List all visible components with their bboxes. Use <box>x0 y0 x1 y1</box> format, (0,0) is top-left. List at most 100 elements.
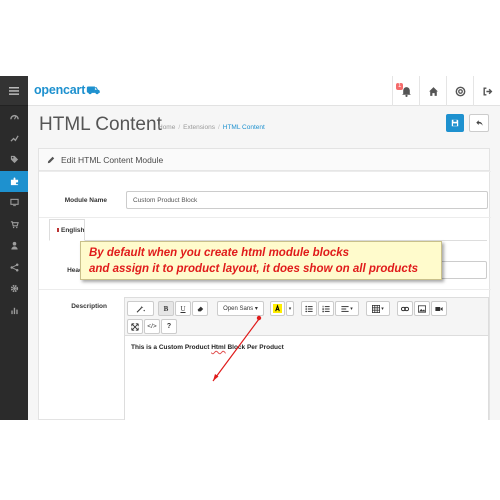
link-icon <box>401 306 409 311</box>
sidebar-item-customers[interactable] <box>0 235 28 257</box>
table-icon <box>372 304 381 313</box>
rich-text-editor: B U Open Sans ▾ ▾ ▾ ▾ </> ? This is a Cu… <box>124 297 489 420</box>
back-button[interactable] <box>469 114 489 132</box>
pencil-icon <box>47 156 55 163</box>
user-icon <box>10 242 18 250</box>
editor-content[interactable]: This is a Custom Product Html Block Per … <box>131 344 284 351</box>
gear-icon <box>10 285 18 293</box>
module-name-input[interactable]: Custom Product Block <box>126 191 488 209</box>
unordered-list-button[interactable] <box>301 301 317 316</box>
save-button[interactable] <box>446 114 464 132</box>
reply-icon <box>475 120 483 126</box>
sidebar-item-marketing[interactable] <box>0 257 28 279</box>
font-family-value: Open Sans <box>223 305 254 312</box>
dashboard-icon <box>9 115 19 120</box>
share-icon <box>10 263 18 272</box>
notifications-button[interactable]: 1 <box>392 76 419 106</box>
uk-flag-icon <box>57 227 59 233</box>
callout-text: By default when you create html module b… <box>89 245 418 277</box>
chart-icon <box>9 135 19 142</box>
callout-line-2: and assign it to product layout, it does… <box>89 263 419 275</box>
logout-button[interactable] <box>473 76 500 106</box>
magic-wand-icon <box>136 305 145 313</box>
editor-toolbar: B U Open Sans ▾ ▾ ▾ ▾ </> ? <box>125 298 488 336</box>
panel-heading: Edit HTML Content Module <box>39 149 489 171</box>
eraser-button[interactable] <box>192 301 208 316</box>
sidebar-item-design[interactable] <box>0 192 28 214</box>
screenshot-stage: opencart⛟ 1 HTML Content Home / Extensions… <box>0 0 500 500</box>
monitor-icon <box>9 199 19 207</box>
tag-icon <box>10 156 18 164</box>
list-icon <box>305 305 313 312</box>
logo-cart-icon: ⛟ <box>86 85 100 97</box>
style-dropdown-button[interactable] <box>127 301 154 316</box>
sidebar-item-reports[interactable] <box>0 300 28 322</box>
top-header: opencart⛟ 1 <box>28 76 500 106</box>
language-tab-english[interactable]: English <box>49 219 85 241</box>
video-button[interactable] <box>431 301 447 316</box>
globe-icon <box>455 86 465 96</box>
help-button[interactable] <box>446 76 473 106</box>
edit-module-panel: Edit HTML Content Module Module Name Cus… <box>38 148 491 420</box>
logo-text: opencart <box>34 83 86 97</box>
breadcrumb: Home / Extensions / HTML Content <box>158 124 265 131</box>
breadcrumb-home[interactable]: Home <box>158 124 175 131</box>
logout-icon <box>482 86 492 96</box>
breadcrumb-current[interactable]: HTML Content <box>223 124 265 131</box>
puzzle-icon <box>10 177 18 185</box>
cart-icon <box>10 221 19 228</box>
editor-text-end: Block Per Product <box>227 344 284 351</box>
code-view-button[interactable]: </> <box>144 319 160 334</box>
sidebar-item-catalog[interactable] <box>0 128 28 150</box>
underline-button[interactable]: U <box>175 301 191 316</box>
sidebar-item-dashboard[interactable] <box>0 106 28 128</box>
page-title: HTML Content <box>39 114 162 135</box>
bold-button[interactable]: B <box>158 301 174 316</box>
editor-text-start: This is a Custom Product <box>131 344 210 351</box>
module-name-label: Module Name <box>64 197 107 204</box>
sidebar-item-system[interactable] <box>0 278 28 300</box>
bar-chart-icon <box>10 307 18 314</box>
paragraph-align-button[interactable]: ▾ <box>335 301 359 316</box>
image-icon <box>418 304 426 313</box>
table-button[interactable]: ▾ <box>366 301 390 316</box>
text-color-button[interactable] <box>270 301 285 316</box>
font-family-select[interactable]: Open Sans ▾ <box>217 301 264 316</box>
sidebar-item-tags[interactable] <box>0 149 28 171</box>
menu-toggle-button[interactable] <box>0 76 28 106</box>
save-icon <box>451 119 459 127</box>
home-button[interactable] <box>419 76 446 106</box>
font-color-icon <box>273 304 282 313</box>
code-icon: </> <box>147 323 157 330</box>
numbered-list-icon <box>322 305 330 312</box>
ordered-list-button[interactable] <box>318 301 334 316</box>
question-icon: ? <box>166 323 172 330</box>
image-button[interactable] <box>414 301 430 316</box>
fullscreen-button[interactable] <box>127 319 143 334</box>
fullscreen-icon <box>131 322 139 331</box>
annotation-callout: By default when you create html module b… <box>80 241 442 280</box>
align-left-icon <box>341 305 349 312</box>
panel-heading-text: Edit HTML Content Module <box>61 154 164 165</box>
description-label: Description <box>71 303 107 310</box>
menu-icon <box>9 86 19 95</box>
eraser-icon <box>197 306 204 311</box>
sidebar-item-extensions[interactable] <box>0 170 28 192</box>
panel-divider <box>39 171 491 172</box>
form-divider-2 <box>39 289 491 290</box>
help-button-editor[interactable]: ? <box>161 319 177 334</box>
language-tab-label: English <box>61 226 85 234</box>
form-divider <box>39 217 491 218</box>
callout-line-1: By default when you create html module b… <box>89 247 350 259</box>
home-icon <box>428 86 438 96</box>
link-button[interactable] <box>397 301 413 316</box>
breadcrumb-extensions[interactable]: Extensions <box>183 124 215 131</box>
notification-badge: 1 <box>396 83 404 90</box>
admin-screen: opencart⛟ 1 HTML Content Home / Extensions… <box>0 76 500 420</box>
opencart-logo[interactable]: opencart⛟ <box>34 83 100 99</box>
sidebar-item-sales[interactable] <box>0 214 28 236</box>
heading-title-label: Head <box>67 267 83 274</box>
video-icon <box>435 306 443 311</box>
text-color-dropdown[interactable]: ▾ <box>286 301 294 316</box>
editor-text-misspelled: Html <box>211 344 226 351</box>
